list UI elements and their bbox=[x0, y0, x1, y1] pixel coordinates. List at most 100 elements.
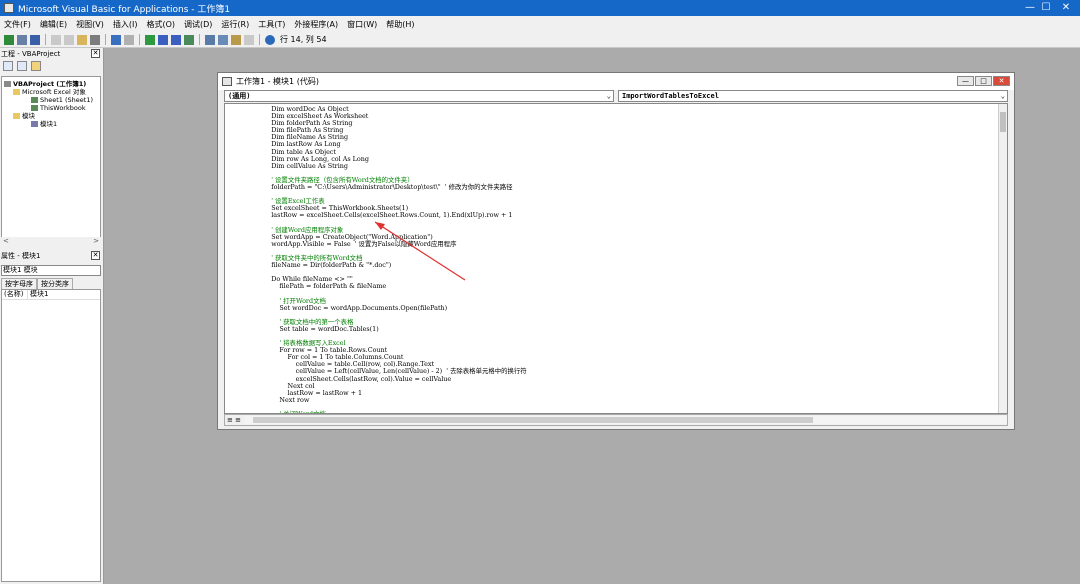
property-row[interactable]: (名称) 模块1 bbox=[2, 290, 100, 300]
code-window: 工作簿1 - 模块1 (代码) — □ ✕ (通用) ⌄ ImportWordT… bbox=[217, 72, 1015, 430]
code-line[interactable]: Dim cellValue As String bbox=[255, 162, 527, 170]
project-explorer-pane: 工程 - VBAProject ✕ VBAProject (工作簿1) Micr… bbox=[0, 48, 104, 250]
break-icon[interactable] bbox=[158, 34, 168, 45]
tree-node-module1[interactable]: 模块1 bbox=[4, 120, 98, 128]
code-combos: (通用) ⌄ ImportWordTablesToExcel ⌄ bbox=[224, 90, 1008, 102]
run-icon[interactable] bbox=[145, 34, 155, 45]
menu-view[interactable]: 视图(V) bbox=[76, 19, 104, 30]
code-window-controls: — □ ✕ bbox=[957, 76, 1010, 86]
menu-file[interactable]: 文件(F) bbox=[4, 19, 31, 30]
toolbar-separator bbox=[105, 34, 106, 45]
view-object-icon[interactable] bbox=[17, 61, 27, 71]
procedure-combo[interactable]: ImportWordTablesToExcel ⌄ bbox=[618, 90, 1008, 102]
properties-pane: 属性 - 模块1 ✕ 模块1 模块 按字母序 按分类序 (名称) 模块1 bbox=[0, 250, 104, 584]
project-explorer-icon[interactable] bbox=[205, 34, 215, 45]
arrow-line bbox=[374, 221, 466, 281]
scroll-left-icon[interactable]: < bbox=[3, 237, 9, 246]
workbook-icon bbox=[31, 105, 38, 111]
cursor-position: 行 14, 列 54 bbox=[280, 35, 327, 44]
menu-bar: 文件(F) 编辑(E) 视图(V) 插入(I) 格式(O) 调试(D) 运行(R… bbox=[0, 16, 1080, 32]
code-window-title: 工作簿1 - 模块1 (代码) bbox=[236, 77, 319, 86]
code-restore-button[interactable]: □ bbox=[975, 76, 992, 86]
code-line[interactable]: Set table = wordDoc.Tables(1) bbox=[255, 325, 527, 333]
app-titlebar: Microsoft Visual Basic for Applications … bbox=[0, 0, 1080, 16]
close-button[interactable]: ✕ bbox=[1052, 0, 1080, 16]
menu-insert[interactable]: 插入(I) bbox=[113, 19, 138, 30]
properties-pane-title: 属性 - 模块1 bbox=[1, 251, 41, 260]
code-vscroll[interactable] bbox=[998, 104, 1007, 413]
toolbar-separator bbox=[45, 34, 46, 45]
insert-module-icon[interactable] bbox=[17, 34, 27, 45]
tree-node-excel-objects[interactable]: Microsoft Excel 对象 bbox=[4, 88, 98, 96]
save-icon[interactable] bbox=[30, 34, 40, 45]
code-hscroll[interactable] bbox=[245, 416, 1007, 424]
toolbox-icon[interactable] bbox=[244, 34, 254, 45]
code-minimize-button[interactable]: — bbox=[957, 76, 974, 86]
help-icon[interactable] bbox=[265, 34, 275, 45]
find-icon[interactable] bbox=[90, 34, 100, 45]
close-properties-pane-button[interactable]: ✕ bbox=[91, 251, 100, 260]
menu-edit[interactable]: 编辑(E) bbox=[40, 19, 67, 30]
tab-categorized[interactable]: 按分类序 bbox=[37, 278, 73, 289]
menu-window[interactable]: 窗口(W) bbox=[347, 19, 377, 30]
object-select[interactable]: 模块1 模块 bbox=[1, 265, 101, 276]
menu-format[interactable]: 格式(O) bbox=[146, 19, 175, 30]
project-pane-tools bbox=[0, 59, 103, 73]
menu-run[interactable]: 运行(R) bbox=[221, 19, 249, 30]
reset-icon[interactable] bbox=[171, 34, 181, 45]
tab-alphabetic[interactable]: 按字母序 bbox=[1, 278, 37, 289]
properties-tabs: 按字母序 按分类序 bbox=[1, 278, 73, 289]
menu-tools[interactable]: 工具(T) bbox=[258, 19, 285, 30]
toolbar-separator bbox=[259, 34, 260, 45]
code-window-footer: ≡ ≡ bbox=[224, 414, 1008, 426]
code-vscroll-thumb[interactable] bbox=[1000, 112, 1006, 132]
project-pane-header: 工程 - VBAProject ✕ bbox=[0, 48, 103, 59]
tree-node-thisworkbook[interactable]: ThisWorkbook bbox=[4, 104, 98, 112]
property-key: (名称) bbox=[2, 290, 28, 299]
project-pane-title: 工程 - VBAProject bbox=[1, 49, 61, 58]
close-project-pane-button[interactable]: ✕ bbox=[91, 49, 100, 58]
code-line[interactable]: folderPath = "C:\Users\Administrator\Des… bbox=[255, 183, 527, 191]
view-mode-buttons[interactable]: ≡ ≡ bbox=[225, 416, 245, 424]
chevron-down-icon: ⌄ bbox=[606, 92, 611, 100]
code-window-icon bbox=[222, 77, 232, 86]
code-close-button[interactable]: ✕ bbox=[993, 76, 1010, 86]
cut-icon[interactable] bbox=[51, 34, 61, 45]
properties-grid: (名称) 模块1 bbox=[1, 289, 101, 582]
code-window-titlebar: 工作簿1 - 模块1 (代码) bbox=[218, 73, 1014, 90]
properties-pane-header: 属性 - 模块1 ✕ bbox=[0, 250, 103, 261]
arrow-head bbox=[375, 222, 385, 230]
view-code-icon[interactable] bbox=[3, 61, 13, 71]
property-value[interactable]: 模块1 bbox=[28, 290, 48, 299]
tree-node-sheet1[interactable]: Sheet1 (Sheet1) bbox=[4, 96, 98, 104]
window-title: Microsoft Visual Basic for Applications … bbox=[18, 4, 231, 15]
toggle-folders-icon[interactable] bbox=[31, 61, 41, 71]
paste-icon[interactable] bbox=[77, 34, 87, 45]
project-tree: VBAProject (工作簿1) Microsoft Excel 对象 She… bbox=[1, 76, 101, 238]
menu-debug[interactable]: 调试(D) bbox=[184, 19, 212, 30]
standard-toolbar: 行 14, 列 54 bbox=[0, 32, 1080, 48]
object-combo[interactable]: (通用) ⌄ bbox=[224, 90, 614, 102]
code-hscroll-thumb[interactable] bbox=[253, 417, 813, 423]
copy-icon[interactable] bbox=[64, 34, 74, 45]
toolbar-separator bbox=[199, 34, 200, 45]
redo-icon[interactable] bbox=[124, 34, 134, 45]
module-icon bbox=[31, 121, 38, 127]
menu-help[interactable]: 帮助(H) bbox=[386, 19, 414, 30]
code-editor[interactable]: Dim wordDoc As Object Dim excelSheet As … bbox=[224, 103, 1008, 414]
sheet-icon bbox=[31, 97, 38, 103]
design-mode-icon[interactable] bbox=[184, 34, 194, 45]
menu-addins[interactable]: 外接程序(A) bbox=[294, 19, 338, 30]
view-excel-icon[interactable] bbox=[4, 34, 14, 45]
scroll-right-icon[interactable]: > bbox=[93, 237, 99, 246]
undo-icon[interactable] bbox=[111, 34, 121, 45]
object-browser-icon[interactable] bbox=[231, 34, 241, 45]
toolbar-separator bbox=[139, 34, 140, 45]
project-pane-hscroll[interactable]: < > bbox=[1, 237, 101, 246]
folder-icon bbox=[13, 89, 20, 95]
tree-node-modules[interactable]: 模块 bbox=[4, 112, 98, 120]
chevron-down-icon: ⌄ bbox=[1000, 92, 1005, 100]
code-line[interactable]: Next row bbox=[255, 396, 527, 404]
tree-node-vbaproject[interactable]: VBAProject (工作簿1) bbox=[4, 80, 98, 88]
properties-window-icon[interactable] bbox=[218, 34, 228, 45]
